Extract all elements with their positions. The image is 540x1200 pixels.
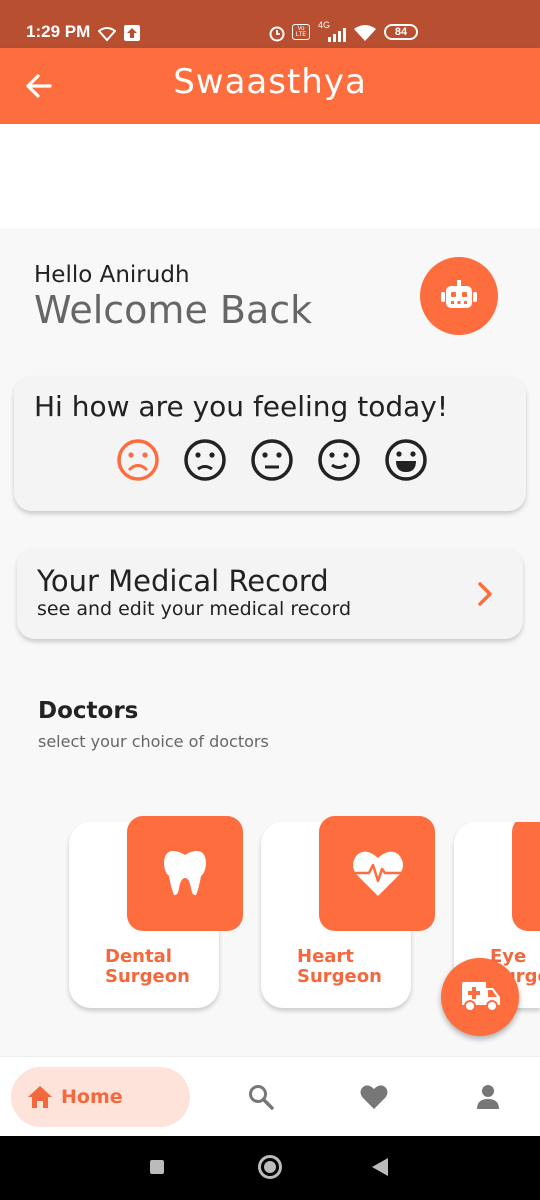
volte-icon: Vo LTE bbox=[292, 24, 310, 40]
chatbot-button[interactable] bbox=[420, 257, 498, 335]
home-system-icon[interactable] bbox=[258, 1155, 282, 1179]
home-icon bbox=[28, 1086, 52, 1108]
heart-pulse-icon bbox=[353, 851, 403, 896]
neutral-face-icon[interactable] bbox=[250, 438, 294, 482]
wifi-signal-icon bbox=[354, 25, 376, 41]
doctor-card-dental[interactable]: Dental Surgeon bbox=[69, 816, 243, 1008]
medical-record-card[interactable]: Your Medical Record see and edit your me… bbox=[17, 548, 523, 639]
doctor-card-heart[interactable]: Heart Surgeon bbox=[261, 816, 435, 1008]
bottom-nav: Home bbox=[0, 1056, 540, 1136]
doctor-tile bbox=[319, 816, 435, 931]
profile-icon[interactable] bbox=[476, 1084, 500, 1110]
chevron-right-icon bbox=[478, 582, 492, 606]
header-spacer bbox=[0, 124, 540, 228]
alarm-icon bbox=[269, 26, 285, 42]
heart-icon[interactable] bbox=[360, 1084, 388, 1110]
greeting-welcome: Welcome Back bbox=[34, 288, 313, 332]
medical-record-title: Your Medical Record bbox=[37, 564, 329, 598]
system-nav-bar bbox=[0, 1136, 540, 1200]
wifi-icon bbox=[98, 27, 116, 42]
back-system-icon[interactable] bbox=[372, 1158, 388, 1176]
search-icon[interactable] bbox=[248, 1084, 274, 1110]
doctor-label: Heart Surgeon bbox=[297, 946, 382, 987]
medical-record-subtitle: see and edit your medical record bbox=[37, 598, 352, 620]
mood-faces bbox=[116, 438, 428, 482]
doctor-label: Dental Surgeon bbox=[105, 946, 190, 987]
app-title: Swaasthya bbox=[173, 62, 367, 102]
nav-home[interactable]: Home bbox=[11, 1067, 190, 1127]
mood-question: Hi how are you feeling today! bbox=[34, 390, 449, 423]
signal-icon bbox=[328, 28, 346, 42]
doctors-subtitle: select your choice of doctors bbox=[38, 732, 269, 751]
tooth-icon bbox=[164, 851, 206, 896]
status-time: 1:29 PM bbox=[26, 22, 91, 41]
recents-icon[interactable] bbox=[150, 1160, 164, 1174]
nav-home-label: Home bbox=[61, 1086, 123, 1108]
frown-face-icon[interactable] bbox=[183, 438, 227, 482]
slight-smile-face-icon[interactable] bbox=[317, 438, 361, 482]
doctor-tile bbox=[127, 816, 243, 931]
mood-card: Hi how are you feeling today! bbox=[14, 376, 526, 511]
doctors-title: Doctors bbox=[38, 698, 139, 724]
sad-face-icon[interactable] bbox=[116, 438, 160, 482]
status-bar: 1:29 PM Vo LTE 4G 84 bbox=[0, 0, 540, 48]
robot-icon bbox=[441, 280, 477, 308]
happy-face-icon[interactable] bbox=[384, 438, 428, 482]
doctor-tile bbox=[512, 822, 540, 931]
app-bar: Swaasthya bbox=[0, 48, 540, 124]
upload-icon bbox=[124, 25, 140, 41]
battery-icon: 84 bbox=[384, 24, 418, 40]
ambulance-button[interactable] bbox=[441, 958, 519, 1036]
greeting-hello: Hello Anirudh bbox=[34, 262, 190, 288]
ambulance-icon bbox=[462, 982, 500, 1012]
